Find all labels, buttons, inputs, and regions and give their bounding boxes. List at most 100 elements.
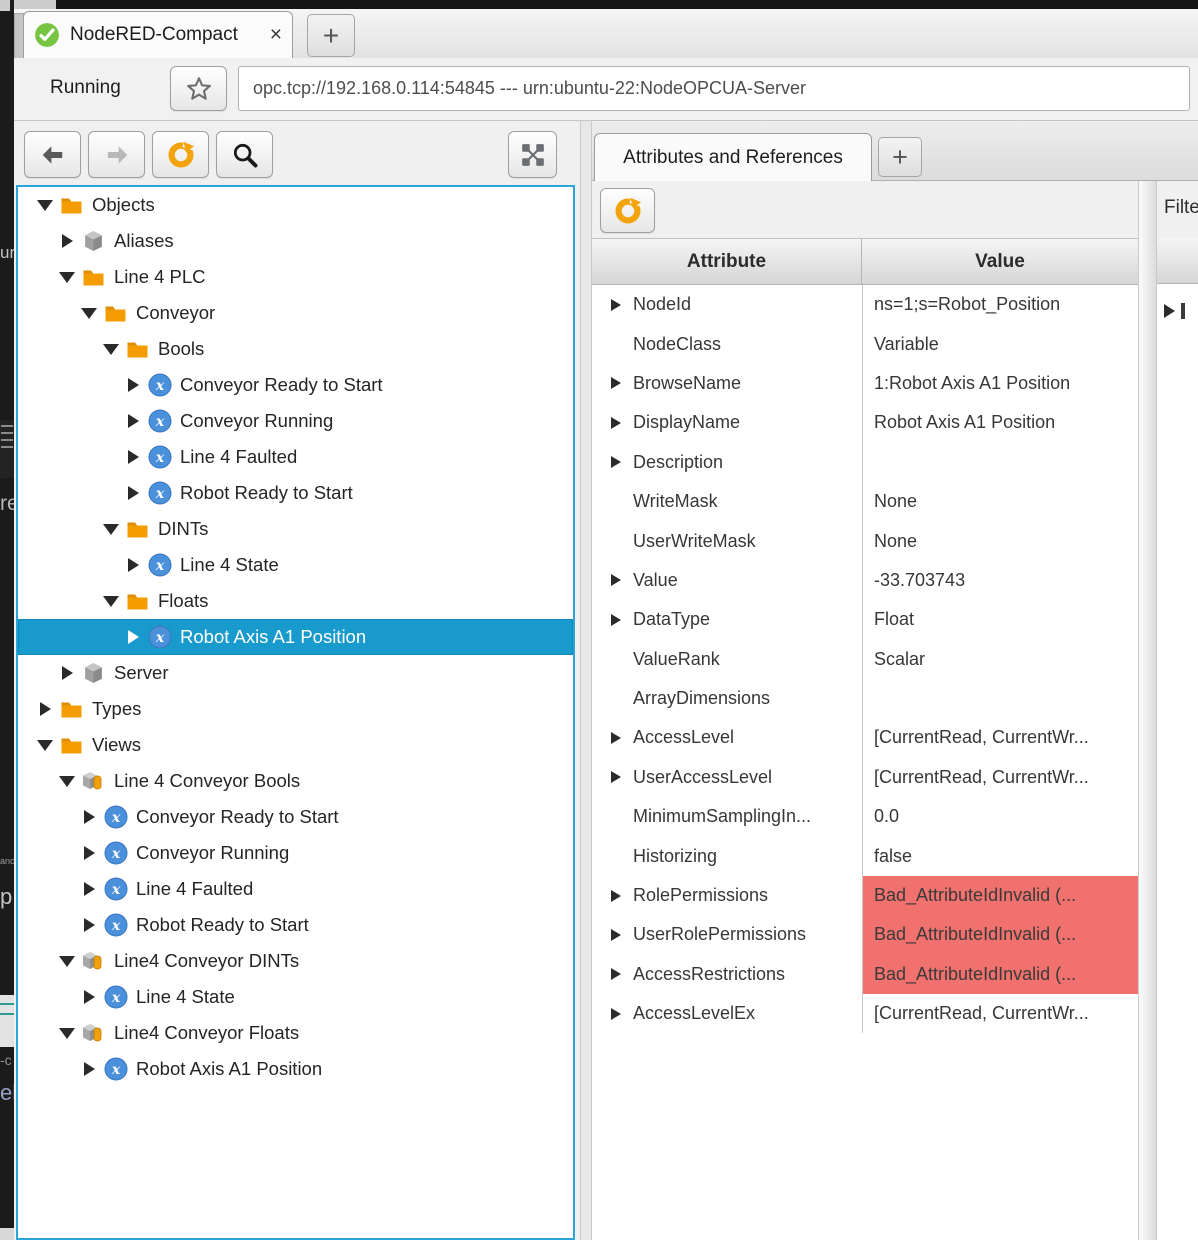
expander-right-icon[interactable] [76, 882, 102, 896]
attributes-refresh-button[interactable] [600, 188, 655, 233]
tree-item[interactable]: Line 4 Conveyor Bools [18, 763, 573, 799]
attribute-row[interactable]: NodeClassVariable [592, 324, 1138, 363]
attribute-row[interactable]: NodeIdns=1;s=Robot_Position [592, 285, 1138, 324]
expander-right-icon[interactable] [32, 702, 58, 716]
expander-right-icon[interactable] [604, 732, 628, 744]
expander-right-icon[interactable] [120, 558, 146, 572]
expander-down-icon[interactable] [54, 1028, 80, 1039]
expander-down-icon[interactable] [54, 956, 80, 967]
expander-right-icon[interactable] [76, 1062, 102, 1076]
expander-down-icon[interactable] [98, 344, 124, 355]
tab-connection[interactable]: NodeRED-Compact × [23, 11, 293, 58]
tab-close-icon[interactable]: × [270, 23, 282, 47]
graph-view-button[interactable] [508, 131, 557, 178]
expander-right-icon[interactable] [604, 929, 628, 941]
attribute-row[interactable]: WriteMaskNone [592, 482, 1138, 521]
search-button[interactable] [216, 131, 273, 178]
tree-item[interactable]: xRobot Axis A1 Position [18, 1051, 573, 1087]
tree-item[interactable]: xRobot Ready to Start [18, 907, 573, 943]
expander-right-icon[interactable] [604, 574, 628, 586]
tree-item[interactable]: xConveyor Running [18, 403, 573, 439]
expander-right-icon[interactable] [604, 417, 628, 429]
tree-item[interactable]: xLine 4 Faulted [18, 871, 573, 907]
attribute-row[interactable]: UserWriteMaskNone [592, 521, 1138, 560]
tab-attributes-and-references[interactable]: Attributes and References [594, 133, 872, 181]
server-address-field[interactable] [238, 66, 1190, 111]
tree-item[interactable]: DINTs [18, 511, 573, 547]
expander-right-icon[interactable] [54, 234, 80, 248]
tree-item[interactable]: Objects [18, 187, 573, 223]
attribute-row[interactable]: BrowseName1:Robot Axis A1 Position [592, 364, 1138, 403]
expander-down-icon[interactable] [98, 524, 124, 535]
forward-button[interactable] [88, 131, 145, 178]
expander-down-icon[interactable] [76, 308, 102, 319]
new-tab-button[interactable]: + [307, 14, 355, 57]
refresh-button[interactable] [152, 131, 209, 178]
tree-item[interactable]: xLine 4 Faulted [18, 439, 573, 475]
attribute-row[interactable]: ArrayDimensions [592, 679, 1138, 718]
expander-down-icon[interactable] [32, 200, 58, 211]
expander-right-icon[interactable] [120, 630, 146, 644]
expander-right-icon[interactable] [120, 486, 146, 500]
tree-item[interactable]: Line4 Conveyor DINTs [18, 943, 573, 979]
tree-item[interactable]: Server [18, 655, 573, 691]
expander-down-icon[interactable] [98, 596, 124, 607]
expander-right-icon[interactable] [604, 456, 628, 468]
attribute-row[interactable]: Historizingfalse [592, 836, 1138, 875]
tree-item[interactable]: Views [18, 727, 573, 763]
expander-right-icon[interactable] [120, 450, 146, 464]
tree-item[interactable]: xRobot Ready to Start [18, 475, 573, 511]
attribute-row[interactable]: DisplayNameRobot Axis A1 Position [592, 403, 1138, 442]
attribute-row[interactable]: UserRolePermissionsBad_AttributeIdInvali… [592, 915, 1138, 954]
pane-splitter[interactable] [580, 121, 592, 1240]
expander-right-icon[interactable] [76, 846, 102, 860]
expander-right-icon[interactable] [1157, 304, 1181, 318]
attribute-row[interactable]: AccessLevel[CurrentRead, CurrentWr... [592, 718, 1138, 757]
expander-right-icon[interactable] [604, 968, 628, 980]
attribute-row[interactable]: AccessRestrictionsBad_AttributeIdInvalid… [592, 955, 1138, 994]
tree-item[interactable]: Conveyor [18, 295, 573, 331]
expander-down-icon[interactable] [32, 740, 58, 751]
tree-item[interactable]: xLine 4 State [18, 547, 573, 583]
tree-item[interactable]: Line 4 PLC [18, 259, 573, 295]
attribute-row[interactable]: ValueRankScalar [592, 640, 1138, 679]
tree-item[interactable]: xConveyor Ready to Start [18, 367, 573, 403]
expander-right-icon[interactable] [604, 614, 628, 626]
attribute-row[interactable]: Value-33.703743 [592, 561, 1138, 600]
tree-item[interactable]: Types [18, 691, 573, 727]
attributes-new-tab-button[interactable]: + [878, 137, 922, 177]
expander-right-icon[interactable] [604, 890, 628, 902]
expander-right-icon[interactable] [120, 378, 146, 392]
expander-right-icon[interactable] [120, 414, 146, 428]
attribute-row[interactable]: Description [592, 443, 1138, 482]
expander-right-icon[interactable] [76, 810, 102, 824]
tree-item[interactable]: xConveyor Running [18, 835, 573, 871]
tree-item[interactable]: Bools [18, 331, 573, 367]
tree-item[interactable]: Line4 Conveyor Floats [18, 1015, 573, 1051]
attribute-row[interactable]: DataTypeFloat [592, 600, 1138, 639]
expander-down-icon[interactable] [54, 272, 80, 283]
expander-right-icon[interactable] [76, 990, 102, 1004]
tree-item[interactable]: xConveyor Ready to Start [18, 799, 573, 835]
expander-right-icon[interactable] [604, 1008, 628, 1020]
expander-right-icon[interactable] [604, 377, 628, 389]
references-row-clipped[interactable] [1157, 293, 1198, 329]
back-button[interactable] [24, 131, 81, 178]
expander-down-icon[interactable] [54, 776, 80, 787]
expander-right-icon[interactable] [604, 299, 628, 311]
expander-right-icon[interactable] [76, 918, 102, 932]
tree-item[interactable]: xRobot Axis A1 Position [18, 619, 573, 655]
expander-right-icon[interactable] [604, 771, 628, 783]
expander-right-icon[interactable] [54, 666, 80, 680]
column-header-value[interactable]: Value [862, 239, 1138, 285]
bookmark-button[interactable] [170, 66, 227, 111]
attribute-row[interactable]: RolePermissionsBad_AttributeIdInvalid (.… [592, 876, 1138, 915]
attribute-row[interactable]: UserAccessLevel[CurrentRead, CurrentWr..… [592, 758, 1138, 797]
attribute-row[interactable]: MinimumSamplingIn...0.0 [592, 797, 1138, 836]
tree-item[interactable]: Floats [18, 583, 573, 619]
attribute-row[interactable]: AccessLevelEx[CurrentRead, CurrentWr... [592, 994, 1138, 1033]
tree-item[interactable]: Aliases [18, 223, 573, 259]
vertical-scrollbar[interactable] [1138, 181, 1157, 1240]
column-header-attribute[interactable]: Attribute [592, 239, 862, 285]
tree-item[interactable]: xLine 4 State [18, 979, 573, 1015]
